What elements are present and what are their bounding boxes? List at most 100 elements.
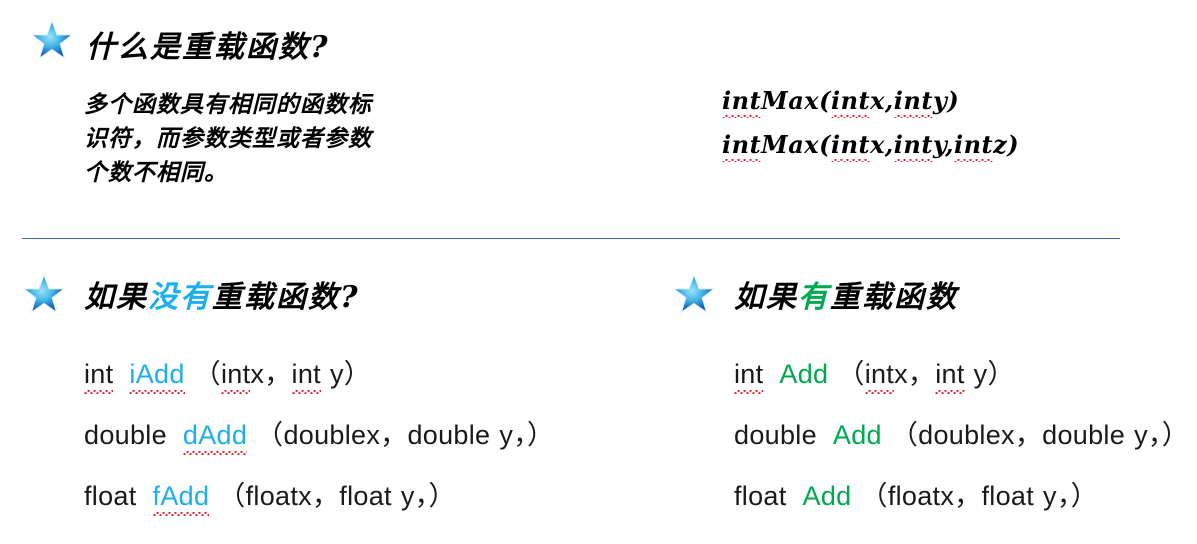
param-y: y xyxy=(932,86,948,115)
param-name: y xyxy=(1134,420,1148,450)
paren-close: ） xyxy=(527,420,555,450)
return-type: double xyxy=(734,420,817,450)
return-type: float xyxy=(734,481,787,511)
definition-paragraph: 多个函数具有相同的函数标 识符，而参数类型或者参数 个数不相同。 xyxy=(84,91,372,186)
kw-int: int xyxy=(953,130,994,162)
param-name: y xyxy=(499,420,514,450)
fn-max: Max xyxy=(761,130,820,159)
function-name: Add xyxy=(779,359,829,389)
trailing-comma: ， xyxy=(414,481,429,511)
code-line-int-iadd: int iAdd （intx，int y） xyxy=(84,352,372,394)
param-name: x xyxy=(940,481,955,511)
paren-close: ） xyxy=(1161,420,1189,450)
param-name: x xyxy=(250,359,265,389)
param-name: y xyxy=(329,359,344,389)
param-name: x xyxy=(894,359,908,389)
param-name: x xyxy=(298,481,312,511)
code-line-double-add: double Add （doublex，double y，） xyxy=(734,413,1189,452)
code-line-double-dadd: double dAdd （doublex，double y，） xyxy=(84,413,555,455)
comma: ， xyxy=(907,359,936,389)
kw-int: int xyxy=(893,130,934,162)
kw-int: int xyxy=(722,86,762,118)
paren-close: ） xyxy=(987,359,1015,389)
return-type: double xyxy=(84,420,167,450)
kw-int: int xyxy=(722,130,762,162)
paren-close: ） xyxy=(428,481,456,511)
paren-open: （ xyxy=(193,359,221,389)
function-name: Add xyxy=(832,420,882,450)
code-line-float-fadd: float fAdd （floatx，float y，） xyxy=(84,474,456,516)
param-type: int xyxy=(864,359,895,394)
trailing-comma: ， xyxy=(1056,481,1071,511)
comma: ， xyxy=(264,359,292,389)
star-icon xyxy=(22,272,66,316)
right-heading: 如果有重载函数 xyxy=(734,272,958,316)
paren-open: ( xyxy=(819,130,831,159)
function-name: iAdd xyxy=(129,359,185,394)
paren-open: （ xyxy=(256,420,284,450)
param-type: double xyxy=(1042,420,1126,450)
fn-max: Max xyxy=(761,86,820,115)
param-name: y xyxy=(400,481,415,511)
param-type: float xyxy=(981,481,1035,511)
right-heading-part2: 重载函数 xyxy=(830,280,958,315)
return-type: int xyxy=(84,359,114,394)
paren-open: ( xyxy=(819,86,831,115)
kw-int: int xyxy=(830,130,871,162)
param-x: x, xyxy=(870,86,894,115)
left-heading-part2: 重载函数? xyxy=(212,280,360,315)
param-name: x xyxy=(366,420,381,450)
function-name: fAdd xyxy=(152,481,210,516)
trailing-comma: ， xyxy=(513,420,527,450)
paren-open: （ xyxy=(890,420,919,450)
right-heading-part1: 如果 xyxy=(734,280,798,315)
param-type: int xyxy=(935,359,966,394)
right-heading-accent: 有 xyxy=(798,280,830,315)
paren-close: ） xyxy=(1070,481,1098,511)
comma: , xyxy=(945,130,954,159)
top-heading: 什么是重载函数? xyxy=(86,22,330,66)
param-type: float xyxy=(339,481,392,511)
comma: ， xyxy=(1014,420,1043,450)
param-type: double xyxy=(283,420,367,450)
param-y: y xyxy=(932,130,946,159)
param-name: y xyxy=(1043,481,1057,511)
paren-open: （ xyxy=(860,481,888,511)
param-z: z xyxy=(993,130,1008,159)
left-heading-accent: 没有 xyxy=(148,280,212,315)
return-type: int xyxy=(734,359,764,394)
paren-close: ) xyxy=(947,86,960,115)
overload-example-line-2: intMax(intx,inty,intz) xyxy=(722,130,1020,162)
overload-example-line-1: intMax(intx,inty) xyxy=(722,86,960,118)
paren-open: （ xyxy=(837,359,865,389)
function-name: Add xyxy=(802,481,852,511)
left-heading-part1: 如果 xyxy=(84,280,148,315)
return-type: float xyxy=(84,481,137,511)
paren-open: （ xyxy=(218,481,246,511)
comma: ， xyxy=(311,481,340,511)
param-x: x, xyxy=(870,130,894,159)
kw-int: int xyxy=(830,86,871,118)
param-type: int xyxy=(291,359,322,394)
star-icon xyxy=(30,18,74,62)
paren-close: ） xyxy=(343,359,372,389)
left-heading: 如果没有重载函数? xyxy=(84,272,360,316)
star-icon xyxy=(672,272,716,316)
function-name: dAdd xyxy=(182,420,248,455)
code-line-int-add: int Add （intx，int y） xyxy=(734,352,1015,394)
comma: ， xyxy=(380,420,408,450)
param-name: y xyxy=(973,359,988,389)
comma: ， xyxy=(954,481,982,511)
kw-int: int xyxy=(893,86,934,118)
paren-close: ) xyxy=(1007,130,1020,159)
trailing-comma: ， xyxy=(1147,420,1162,450)
section-divider xyxy=(22,238,1120,239)
param-name: x xyxy=(1001,420,1015,450)
param-type: float xyxy=(245,481,299,511)
top-heading-text: 什么是重载函数? xyxy=(86,30,330,65)
param-type: double xyxy=(918,420,1002,450)
code-line-float-add: float Add （floatx，float y，） xyxy=(734,474,1098,513)
param-type: double xyxy=(407,420,491,450)
param-type: int xyxy=(220,359,251,394)
param-type: float xyxy=(887,481,941,511)
